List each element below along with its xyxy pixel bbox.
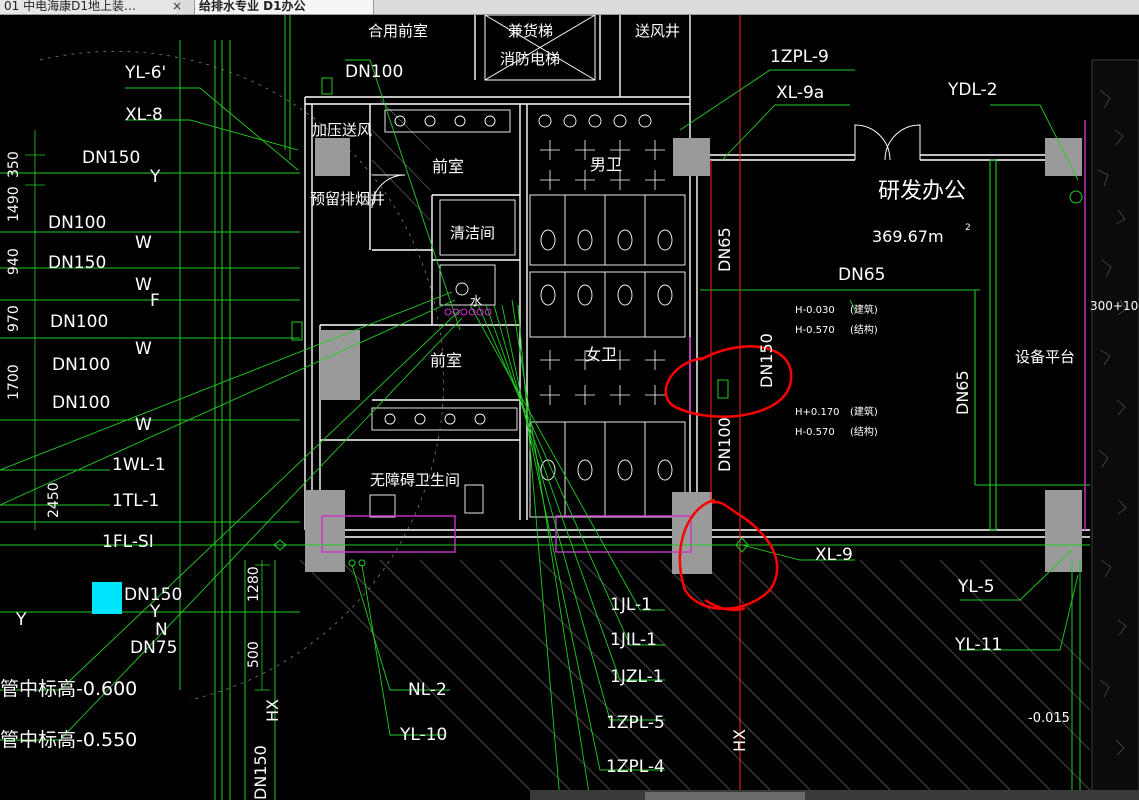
tab-drawing-2-active[interactable]: 给排水专业 D1办公 <box>194 0 374 14</box>
label-w4: W <box>135 415 152 435</box>
room-supply-shaft: 送风井 <box>635 22 680 40</box>
label-1jzl-1: 1JZL-1 <box>610 667 664 687</box>
label-1jil-1: 1JIL-1 <box>610 630 657 650</box>
room-office: 研发办公 <box>878 179 966 204</box>
label-xl-9: XL-9 <box>815 545 853 565</box>
label-1zpl-5: 1ZPL-5 <box>606 713 665 733</box>
label-yl-10: YL-10 <box>399 725 447 745</box>
label-hx-1: HX <box>263 699 282 722</box>
label-dn100-c: DN100 <box>50 312 108 332</box>
label-yl-11: YL-11 <box>954 635 1002 655</box>
elev-a1-note: (建筑) <box>850 303 878 316</box>
room-equipment: 设备平台 <box>1015 348 1075 366</box>
label-1fl-si: 1FL-SI <box>102 532 154 552</box>
bottom-toolbar[interactable] <box>530 790 1139 800</box>
label-w3: W <box>135 339 152 359</box>
right-facade-texture <box>1091 59 1139 800</box>
label-f: F <box>150 291 160 311</box>
label-dn75: DN75 <box>130 638 177 658</box>
room-combined-front: 合用前室 <box>368 22 428 40</box>
label-dn100-top: DN100 <box>345 62 403 82</box>
room-office-area: 369.67m <box>872 227 944 246</box>
label-1wl-1: 1WL-1 <box>112 455 166 475</box>
label-1zpl-4: 1ZPL-4 <box>606 757 665 777</box>
fixture-dots <box>444 308 492 316</box>
dim-940: 940 <box>6 248 22 275</box>
elev-a2-note: (结构) <box>850 323 878 336</box>
dim-350: 350 <box>6 151 22 178</box>
room-front-2: 前室 <box>430 351 462 370</box>
label-1jl-1: 1JL-1 <box>610 595 652 615</box>
label-1zpl-9: 1ZPL-9 <box>770 47 829 67</box>
axis-lines <box>710 15 741 800</box>
dim-1280: 1280 <box>246 566 262 602</box>
room-accessible-wc: 无障碍卫生间 <box>370 471 460 489</box>
main-pipes <box>0 15 1090 800</box>
label-1tl-1: 1TL-1 <box>112 491 159 511</box>
room-shaft-small: 水 <box>470 294 482 308</box>
tab-drawing-1[interactable]: 01 中电海康D1地上装… <box>0 0 176 14</box>
dim-1490: 1490 <box>6 186 22 222</box>
label-pipe-elev-2: 管中标高-0.550 <box>0 729 137 751</box>
label-top-right-note: 300+100 <box>1090 299 1139 313</box>
label-yl-6: YL-6' <box>124 63 166 83</box>
room-female-wc: 女卫 <box>585 345 617 364</box>
label-dn65-h: DN65 <box>838 265 885 285</box>
tab-close-icon[interactable]: × <box>172 0 182 12</box>
label-n-low: N <box>155 620 168 640</box>
label-nl-2: NL-2 <box>408 680 447 700</box>
room-front-1: 前室 <box>432 157 464 176</box>
room-smoke-shaft: 预留排烟井 <box>310 190 385 208</box>
room-fire-elevator: 兼货梯 <box>508 22 553 40</box>
elevation-notes: H-0.030 (建筑) H-0.570 (结构) H+0.170 (建筑) H… <box>795 303 878 438</box>
riser-highlight-block <box>92 582 122 614</box>
elev-b2-note: (结构) <box>850 425 878 438</box>
label-dn65-v: DN65 <box>715 227 734 272</box>
leader-lines <box>0 59 1079 800</box>
tile-crosses <box>540 140 665 405</box>
dim-500: 500 <box>246 641 262 668</box>
label-dn100-a: DN100 <box>48 213 106 233</box>
label-ydl-2: YDL-2 <box>947 80 998 100</box>
room-male-wc: 男卫 <box>590 155 622 174</box>
label-dn150-b: DN150 <box>48 253 106 273</box>
label-y-low: Y <box>15 610 27 630</box>
label-xl-8: XL-8 <box>125 105 163 125</box>
room-fire-elevator-2: 消防电梯 <box>500 50 560 68</box>
elev-b1: H+0.170 <box>795 407 840 418</box>
label-w1: W <box>135 233 152 253</box>
label-dn100-d: DN100 <box>52 355 110 375</box>
elev-b1-note: (建筑) <box>850 405 878 418</box>
cad-drawing-canvas[interactable]: 研发办公 369.67m 2 前室 前室 清洁间 男卫 女卫 无障碍卫生间 兼货… <box>0 0 1139 800</box>
label-hx-2: HX <box>730 729 749 752</box>
elev-a2: H-0.570 <box>795 325 835 336</box>
document-tab-bar: 01 中电海康D1地上装… × 给排水专业 D1办公 <box>0 0 1139 15</box>
label-dn100-mid: DN100 <box>715 417 734 472</box>
label-y: Y <box>149 167 161 187</box>
room-cleaning: 清洁间 <box>450 224 495 242</box>
dim-1700: 1700 <box>6 364 22 400</box>
label-y-low2: Y <box>149 602 161 622</box>
label-dn150-mid: DN150 <box>757 333 776 388</box>
room-office-area-sup: 2 <box>965 223 971 233</box>
label-xl-9a: XL-9a <box>776 83 824 103</box>
label-dn65-right: DN65 <box>953 370 972 415</box>
elev-a1: H-0.030 <box>795 305 835 316</box>
label-dn150-left: DN150 <box>82 148 140 168</box>
dim-2450: 2450 <box>46 482 62 518</box>
label-dn150-bottom: DN150 <box>251 745 270 800</box>
label-yl-5: YL-5 <box>957 577 995 597</box>
label-pipe-elev-1: 管中标高-0.600 <box>0 678 137 700</box>
label-level-015: -0.015 <box>1028 711 1070 726</box>
dim-970: 970 <box>6 305 22 332</box>
room-pressurize: 加压送风 <box>312 121 372 139</box>
toolbar-segment[interactable] <box>645 792 805 800</box>
label-dn100-e: DN100 <box>52 393 110 413</box>
elev-b2: H-0.570 <box>795 427 835 438</box>
